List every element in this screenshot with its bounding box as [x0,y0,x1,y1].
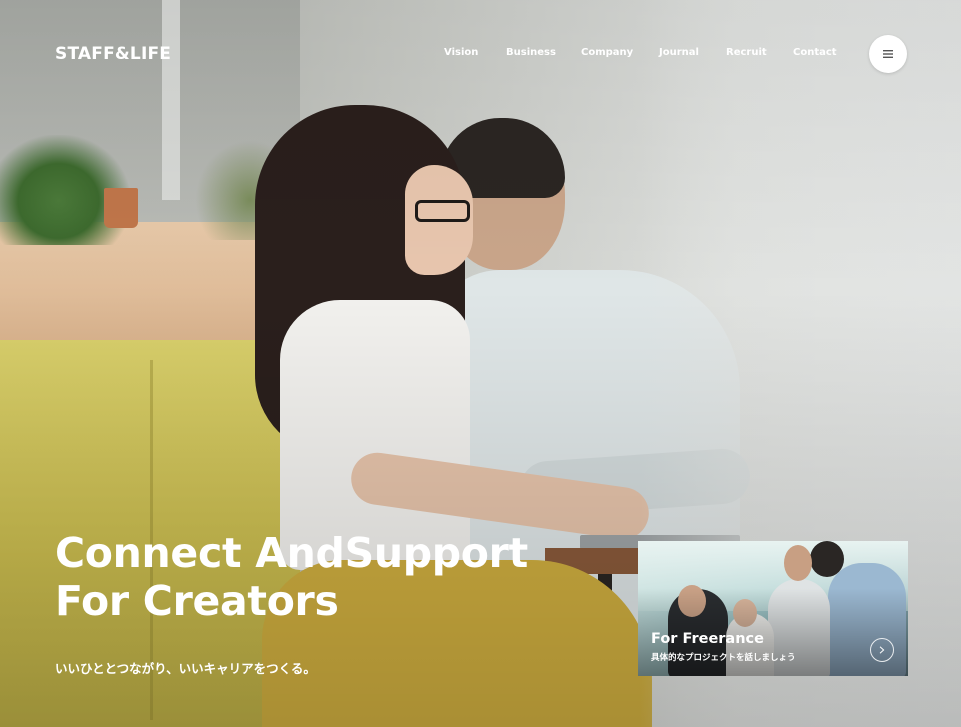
chevron-right-icon [879,646,885,654]
main-nav: Vision Business Company Journal Recruit … [0,47,961,63]
menu-button[interactable] [869,35,907,73]
hamburger-menu-icon [883,50,893,58]
nav-contact[interactable]: Contact [793,47,837,58]
promo-card-freelance[interactable]: For Freerance 具体的なプロジェクトを話しましょう [638,541,908,676]
nav-recruit[interactable]: Recruit [726,47,767,58]
hero-tagline: いいひととつながり、いいキャリアをつくる。 [55,661,316,676]
promo-card-title: For Freerance [651,631,764,647]
hero-headline-line2: For Creators [55,577,339,625]
hero-headline: Connect AndSupport For Creators [55,529,528,625]
promo-card-subtitle: 具体的なプロジェクトを話しましょう [651,653,796,663]
nav-company[interactable]: Company [581,47,633,58]
nav-journal[interactable]: Journal [659,47,699,58]
hero-headline-line1: Connect AndSupport [55,529,528,577]
nav-business[interactable]: Business [506,47,556,58]
promo-card-arrow-button[interactable] [870,638,894,662]
nav-vision[interactable]: Vision [444,47,478,58]
